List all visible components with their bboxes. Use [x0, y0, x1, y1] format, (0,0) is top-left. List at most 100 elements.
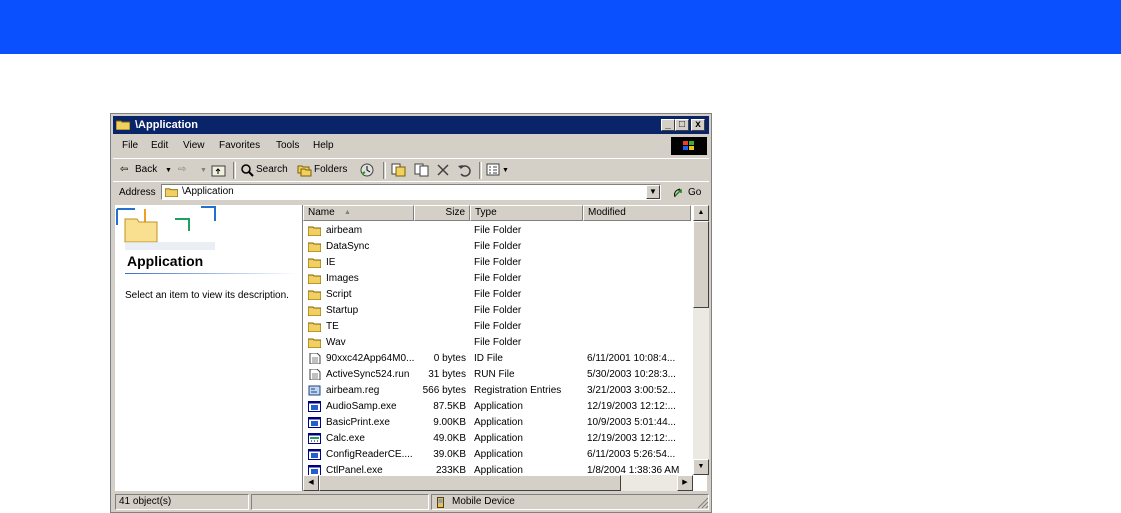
- history-icon[interactable]: [359, 162, 375, 178]
- file-row[interactable]: Images File Folder: [303, 271, 691, 287]
- folder-banner-icon: [115, 205, 225, 253]
- folders-icon[interactable]: [297, 163, 312, 177]
- file-name: Wav: [326, 337, 346, 348]
- folder-icon: [308, 242, 321, 252]
- maximize-button[interactable]: □: [675, 119, 689, 131]
- toolbar-separator: [479, 162, 482, 179]
- column-header-size[interactable]: Size: [414, 205, 470, 221]
- menu-edit[interactable]: Edit: [151, 140, 168, 151]
- file-name: AudioSamp.exe: [326, 401, 397, 412]
- search-icon[interactable]: [240, 163, 254, 177]
- address-bar: Address \Application ▼ Go: [113, 181, 709, 204]
- delete-icon[interactable]: [437, 164, 449, 176]
- go-arrow-icon[interactable]: [673, 186, 686, 198]
- folder-icon: [308, 306, 321, 316]
- go-button[interactable]: Go: [688, 187, 701, 198]
- up-folder-icon[interactable]: [211, 163, 226, 177]
- application-icon: [308, 401, 321, 412]
- file-row[interactable]: AudioSamp.exe 87.5KB Application 12/19/2003…: [303, 399, 691, 415]
- file-row[interactable]: Wav File Folder: [303, 335, 691, 351]
- file-name: IE: [326, 257, 336, 268]
- file-name: airbeam: [326, 225, 363, 236]
- move-to-icon[interactable]: [391, 163, 406, 177]
- details-divider: [125, 273, 297, 274]
- file-row[interactable]: DataSync File Folder: [303, 239, 691, 255]
- file-type: File Folder: [474, 289, 522, 300]
- column-header-modified[interactable]: Modified: [583, 205, 691, 221]
- folder-icon: [308, 290, 321, 300]
- file-row[interactable]: BasicPrint.exe 9.00KB Application 10/9/2003…: [303, 415, 691, 431]
- file-type: Application: [474, 417, 523, 428]
- menu-tools[interactable]: Tools: [276, 140, 299, 151]
- file-modified: 5/30/2003 10:28:3...: [587, 369, 676, 380]
- horizontal-scrollbar[interactable]: ◀ ▶: [303, 475, 693, 491]
- address-input[interactable]: \Application ▼: [161, 184, 661, 200]
- calculator-icon: [308, 433, 321, 444]
- file-size: 87.5KB: [433, 401, 466, 412]
- undo-icon[interactable]: [457, 163, 473, 177]
- horizontal-scroll-thumb[interactable]: [319, 475, 621, 491]
- scroll-left-button[interactable]: ◀: [303, 475, 319, 491]
- vertical-scrollbar[interactable]: ▲ ▼: [693, 205, 709, 475]
- menu-help[interactable]: Help: [313, 140, 334, 151]
- file-size: 566 bytes: [422, 385, 466, 396]
- file-name: BasicPrint.exe: [326, 417, 390, 428]
- file-row[interactable]: airbeam File Folder: [303, 223, 691, 239]
- document-icon: [309, 369, 321, 380]
- file-row[interactable]: ActiveSync524.run 31 bytes RUN File 5/30/20…: [303, 367, 691, 383]
- file-row[interactable]: Calc.exe 49.0KB Application 12/19/2003 12:1…: [303, 431, 691, 447]
- scroll-down-button[interactable]: ▼: [693, 459, 709, 475]
- file-type: Application: [474, 401, 523, 412]
- file-type: ID File: [474, 353, 503, 364]
- document-icon: [309, 353, 321, 364]
- file-row[interactable]: TE File Folder: [303, 319, 691, 335]
- menu-file[interactable]: File: [122, 140, 138, 151]
- address-label: Address: [119, 187, 156, 198]
- address-dropdown-button[interactable]: ▼: [646, 185, 660, 199]
- back-dropdown-icon[interactable]: ▼: [165, 167, 172, 174]
- file-row[interactable]: Script File Folder: [303, 287, 691, 303]
- file-name: ActiveSync524.run: [326, 369, 410, 380]
- file-row[interactable]: Startup File Folder: [303, 303, 691, 319]
- file-type: Application: [474, 449, 523, 460]
- file-name: Startup: [326, 305, 359, 316]
- folders-button-label[interactable]: Folders: [314, 164, 347, 175]
- file-row[interactable]: airbeam.reg 566 bytes Registration Entries…: [303, 383, 691, 399]
- views-dropdown-icon[interactable]: ▼: [502, 167, 509, 174]
- views-icon[interactable]: [486, 163, 501, 177]
- scroll-up-button[interactable]: ▲: [693, 205, 709, 221]
- file-row[interactable]: IE File Folder: [303, 255, 691, 271]
- column-header-name[interactable]: Name ▲: [303, 205, 414, 221]
- menu-view[interactable]: View: [183, 140, 205, 151]
- file-modified: 12/19/2003 12:12:...: [587, 401, 676, 412]
- status-object-count: 41 object(s): [115, 494, 249, 510]
- folder-icon: [308, 226, 321, 236]
- search-button-label[interactable]: Search: [256, 164, 288, 175]
- top-banner: [0, 0, 1121, 54]
- back-button-label[interactable]: Back: [135, 164, 157, 175]
- folder-icon: [308, 322, 321, 332]
- file-row[interactable]: 90xxc42App64M0... 0 bytes ID File 6/11/2001…: [303, 351, 691, 367]
- scroll-right-button[interactable]: ▶: [677, 475, 693, 491]
- minimize-button[interactable]: _: [661, 119, 675, 131]
- column-header-type[interactable]: Type: [470, 205, 583, 221]
- window-title: \Application: [135, 119, 198, 131]
- file-name: DataSync: [326, 241, 370, 252]
- back-arrow-icon[interactable]: ⇦: [120, 164, 128, 175]
- forward-arrow-icon[interactable]: ⇨: [178, 164, 186, 175]
- menu-favorites[interactable]: Favorites: [219, 140, 260, 151]
- resize-grip-icon[interactable]: [697, 497, 709, 509]
- application-icon: [308, 417, 321, 428]
- copy-to-icon[interactable]: [414, 163, 429, 177]
- file-type: Registration Entries: [474, 385, 562, 396]
- title-bar[interactable]: \Application _ □ x: [113, 116, 709, 134]
- toolbar-separator: [383, 162, 386, 179]
- close-button[interactable]: x: [691, 119, 705, 131]
- file-row[interactable]: ConfigReaderCE.... 39.0KB Application 6/11/…: [303, 447, 691, 463]
- forward-dropdown-icon[interactable]: ▼: [200, 167, 207, 174]
- file-name: ConfigReaderCE....: [326, 449, 413, 460]
- file-modified: 10/9/2003 5:01:44...: [587, 417, 676, 428]
- details-title: Application: [127, 253, 204, 269]
- vertical-scroll-thumb[interactable]: [693, 221, 709, 308]
- file-size: 9.00KB: [433, 417, 466, 428]
